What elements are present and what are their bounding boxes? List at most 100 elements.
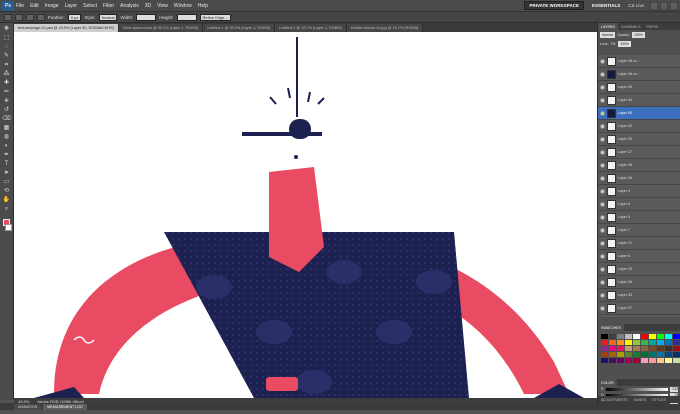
color-swatch[interactable] bbox=[657, 346, 664, 351]
layer-row[interactable]: Layer 31 bbox=[598, 237, 680, 250]
layer-row[interactable]: Layer 7 bbox=[598, 224, 680, 237]
layer-row[interactable]: Layer 25 bbox=[598, 263, 680, 276]
history-brush-tool-icon[interactable]: ↺ bbox=[2, 107, 11, 114]
stamp-tool-icon[interactable]: ⎈ bbox=[2, 98, 11, 105]
lasso-tool-icon[interactable]: ◌ bbox=[2, 44, 11, 51]
color-swatch[interactable] bbox=[641, 352, 648, 357]
layer-row[interactable]: Layer 50 bbox=[598, 107, 680, 120]
opacity-input[interactable]: 100% bbox=[632, 31, 645, 38]
color-swatch[interactable] bbox=[633, 334, 640, 339]
healing-tool-icon[interactable]: ✚ bbox=[2, 80, 11, 87]
color-swatch[interactable] bbox=[641, 358, 648, 363]
color-swatch[interactable] bbox=[617, 340, 624, 345]
tab-color[interactable]: COLOR bbox=[598, 379, 617, 386]
menu-edit[interactable]: Edit bbox=[30, 3, 39, 9]
visibility-eye-icon[interactable] bbox=[600, 97, 605, 103]
color-swatch[interactable] bbox=[609, 352, 616, 357]
tab-animation[interactable]: ANIMATION bbox=[14, 403, 42, 410]
minimize-button[interactable] bbox=[650, 1, 658, 10]
tab-styles[interactable]: STYLES bbox=[649, 396, 669, 403]
visibility-eye-icon[interactable] bbox=[600, 175, 605, 181]
visibility-eye-icon[interactable] bbox=[600, 149, 605, 155]
color-swatch[interactable] bbox=[617, 346, 624, 351]
menu-3d[interactable]: 3D bbox=[145, 3, 151, 9]
color-swatch[interactable] bbox=[665, 346, 672, 351]
visibility-eye-icon[interactable] bbox=[600, 58, 605, 64]
eraser-tool-icon[interactable]: ⌫ bbox=[2, 116, 11, 123]
layer-row[interactable]: Layer 40 bbox=[598, 120, 680, 133]
document-tab[interactable]: Untitled-1 @ 33,3% (Layer 1, RGB/8) bbox=[203, 24, 276, 32]
shape-tool-icon[interactable]: ▭ bbox=[2, 179, 11, 186]
document-tab[interactable]: text-keepngo-02.psd @ 43,5% (Layer 50, R… bbox=[14, 24, 120, 32]
layer-row[interactable]: Layer 26 bbox=[598, 276, 680, 289]
visibility-eye-icon[interactable] bbox=[600, 240, 605, 246]
layer-row[interactable]: Layer 27 bbox=[598, 302, 680, 315]
document-canvas[interactable] bbox=[14, 32, 597, 398]
color-swatch[interactable] bbox=[625, 340, 632, 345]
color-swatch[interactable] bbox=[649, 346, 656, 351]
menu-file[interactable]: File bbox=[16, 3, 24, 9]
color-swatch[interactable] bbox=[665, 340, 672, 345]
visibility-eye-icon[interactable] bbox=[600, 110, 605, 116]
visibility-eye-icon[interactable] bbox=[600, 162, 605, 168]
gradient-tool-icon[interactable]: ▦ bbox=[2, 125, 11, 132]
quick-select-tool-icon[interactable]: ✎ bbox=[2, 53, 11, 60]
workspace-private-button[interactable]: PRIVATE WORKSPACE bbox=[524, 1, 584, 10]
document-tab[interactable]: Best opened.psd @ 50,1% (Layer 1, RGB/8) bbox=[119, 24, 204, 32]
menu-analysis[interactable]: Analysis bbox=[120, 3, 139, 9]
marquee-preset-icon[interactable] bbox=[4, 13, 12, 21]
brush-tool-icon[interactable]: ✏ bbox=[2, 89, 11, 96]
height-input[interactable] bbox=[176, 13, 197, 21]
color-swatch[interactable] bbox=[609, 334, 616, 339]
blur-tool-icon[interactable]: ◍ bbox=[2, 134, 11, 141]
visibility-eye-icon[interactable] bbox=[600, 188, 605, 194]
visibility-eye-icon[interactable] bbox=[600, 136, 605, 142]
tab-swatches[interactable]: SWATCHES bbox=[598, 324, 624, 331]
color-swatch[interactable] bbox=[633, 358, 640, 363]
path-select-tool-icon[interactable]: ➤ bbox=[2, 170, 11, 177]
subtract-selection-icon[interactable] bbox=[37, 13, 45, 21]
visibility-eye-icon[interactable] bbox=[600, 292, 605, 298]
document-tab[interactable]: Untitled-2 @ 16,7% (Layer 1, RGB/8) bbox=[275, 24, 347, 32]
dodge-tool-icon[interactable]: ◐ bbox=[2, 143, 11, 150]
color-swatch[interactable] bbox=[633, 346, 640, 351]
color-swatch[interactable] bbox=[617, 358, 624, 363]
hand-tool-icon[interactable]: ✋ bbox=[2, 197, 11, 204]
color-swatch[interactable] bbox=[649, 334, 656, 339]
visibility-eye-icon[interactable] bbox=[600, 266, 605, 272]
menu-window[interactable]: Window bbox=[174, 3, 192, 9]
layer-row[interactable]: Layer 36 bbox=[598, 172, 680, 185]
move-tool-icon[interactable]: ✥ bbox=[2, 26, 11, 33]
color-swatch[interactable] bbox=[625, 358, 632, 363]
menu-image[interactable]: Image bbox=[45, 3, 59, 9]
visibility-eye-icon[interactable] bbox=[600, 201, 605, 207]
visibility-eye-icon[interactable] bbox=[600, 123, 605, 129]
eyedropper-tool-icon[interactable]: ⁂ bbox=[2, 71, 11, 78]
tab-adjustments[interactable]: ADJUSTMENTS bbox=[598, 396, 631, 403]
width-input[interactable] bbox=[136, 13, 157, 21]
slider-track[interactable] bbox=[605, 387, 668, 391]
new-selection-icon[interactable] bbox=[15, 13, 23, 21]
refine-edge-button[interactable]: Refine Edge... bbox=[199, 13, 231, 21]
color-swatch[interactable] bbox=[601, 352, 608, 357]
color-swatch[interactable] bbox=[673, 352, 680, 357]
layer-row[interactable]: Layer 4 bbox=[598, 185, 680, 198]
layer-row[interactable]: Layer 38 bbox=[598, 159, 680, 172]
color-swatch[interactable] bbox=[657, 352, 664, 357]
pen-tool-icon[interactable]: ✒ bbox=[2, 152, 11, 159]
color-swatch[interactable] bbox=[625, 346, 632, 351]
tab-masks[interactable]: MASKS bbox=[631, 396, 650, 403]
color-swatch[interactable] bbox=[617, 352, 624, 357]
layer-row[interactable]: Layer 33 bbox=[598, 289, 680, 302]
color-swatch[interactable] bbox=[625, 352, 632, 357]
color-swatch[interactable] bbox=[665, 352, 672, 357]
layer-row[interactable]: Layer 48 co... bbox=[598, 55, 680, 68]
color-swatch[interactable] bbox=[641, 334, 648, 339]
marquee-tool-icon[interactable]: ⬚ bbox=[2, 35, 11, 42]
document-tab[interactable]: Kotsifa-Mouse-2a.jpg @ 16,7% (RGB/8) bbox=[346, 24, 424, 32]
menu-filter[interactable]: Filter bbox=[103, 3, 114, 9]
visibility-eye-icon[interactable] bbox=[600, 279, 605, 285]
background-color-swatch[interactable] bbox=[5, 224, 12, 231]
slider-value-input[interactable]: 233 bbox=[670, 386, 678, 392]
tab-layers[interactable]: LAYERS bbox=[598, 23, 618, 30]
